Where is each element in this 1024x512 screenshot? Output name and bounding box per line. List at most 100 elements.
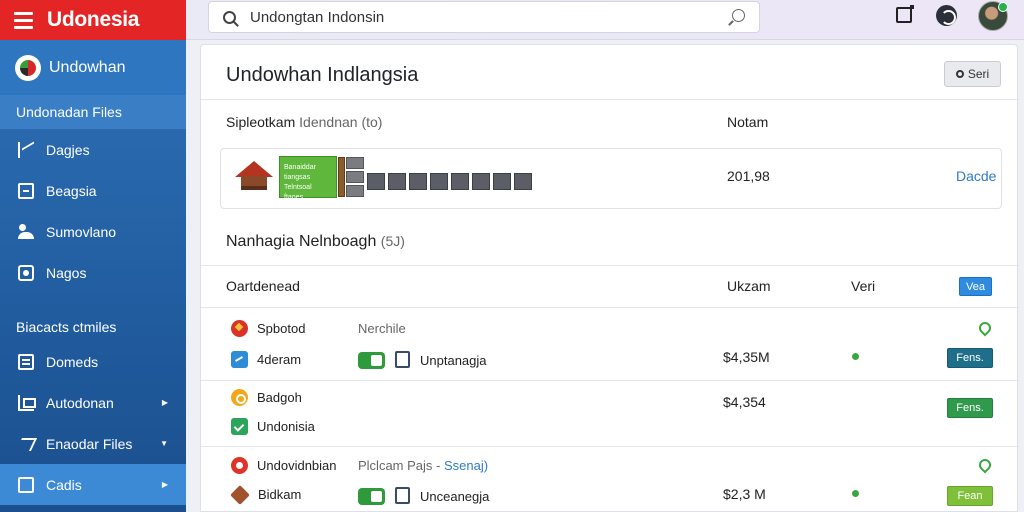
checkbox[interactable] [395,487,410,504]
favorite-icon[interactable] [976,319,994,337]
camera-icon [18,264,34,281]
row-name: Spbotod [257,321,306,336]
row-name: Undonisia [257,419,315,434]
column-header[interactable]: Veri [851,278,875,294]
summary-card: Banaiddar tiangsas Telntsoal ftaoes 201,… [220,148,1002,209]
section2-label: Nanhagia Nelnboagh (5J) [226,233,405,251]
divider [201,380,1019,381]
section1-muted: Idendnan (to) [299,114,383,130]
status-dot-icon [852,353,859,360]
sidebar-section-title: Undonadan Files [0,95,186,129]
checkbox[interactable] [395,351,410,368]
hamburger-menu-icon[interactable] [14,11,33,29]
sidebar-item-label: Dagjes [46,141,90,158]
sidebar-item-documents[interactable]: Beagsia [0,170,186,211]
sidebar: Undowhan Undonadan Files Dagjes Beagsia … [0,40,186,512]
search-icon [223,10,236,24]
card-link[interactable]: Dacde [956,168,996,184]
amount: $4,35M [723,349,770,365]
caret-right-icon: ▶ [161,398,168,407]
logo-icon [15,54,41,81]
section2-title: Nanhagia Nelnboagh [226,233,377,250]
tile-strip [367,173,532,190]
table-row[interactable]: Undonisia [231,418,315,435]
search-submit-icon[interactable] [732,9,745,22]
search-box[interactable] [208,1,760,33]
document-icon [18,182,34,199]
sidebar-item-media[interactable]: Nagos [0,252,186,293]
star-icon [231,320,248,337]
sidebar-item-label: Autodonan [46,394,114,411]
sidebar-item-automation[interactable]: Autodonan ▶ [0,382,186,423]
table-row[interactable]: Undovidnbian [231,457,337,474]
row-name: Bidkam [258,487,302,502]
chart-icon [231,351,248,368]
row-subtitle-link[interactable]: Ssenaj) [444,458,488,473]
automation-icon [18,394,36,411]
sidebar-item-pages[interactable]: Dagjes [0,129,186,170]
action-button[interactable]: Fens. [947,398,993,418]
page-title: Undowhan Indlangsia [226,64,419,86]
row-subtitle: Plclcam Pajs - Ssenaj) [358,458,488,473]
cards-icon [18,476,34,493]
action-button[interactable]: Fens. [947,348,993,368]
divider [201,265,1019,266]
app-title: Udonesia [47,8,140,31]
row-name: 4deram [257,352,302,367]
section1-total-header: Notam [727,114,769,130]
row-subtitle: Nerchile [358,321,406,336]
top-bar [186,0,1024,40]
row-subtitle-text: Plclcam Pajs - [358,458,441,473]
table-row[interactable]: Spbotod [231,320,305,337]
row-name: Undovidnbian [257,458,337,473]
toggle-switch[interactable] [358,488,385,505]
sidebar-item-label: Nagos [46,264,87,281]
diamond-icon [230,484,250,505]
checkbox-label: Unptanagja [420,353,487,368]
column-header[interactable]: Oartdenead [226,278,300,294]
search-input[interactable] [250,8,690,26]
amount: $4,354 [723,394,766,410]
row-name: Badgoh [257,390,302,405]
section1-title: Sipleotkam [226,114,296,130]
section2-muted: (5J) [380,233,405,249]
online-status-icon [998,2,1008,12]
column-header[interactable]: Ukzam [727,278,771,294]
section1-label: Sipleotkam Idendnan (to) [226,114,382,130]
sidebar-header-label: Undowhan [49,58,126,76]
files-icon [18,436,34,452]
house-icon [235,161,273,195]
view-button[interactable]: Vea [959,277,992,296]
grid-icon [346,157,364,197]
coin-icon [231,389,248,406]
divider [201,307,1019,308]
users-icon [18,223,34,240]
sidebar-item-label: Domeds [46,353,99,370]
settings-icon[interactable] [936,5,957,26]
sidebar-item-cards[interactable]: Cadis ▶ [0,464,186,505]
divider [201,99,1019,100]
caret-right-icon: ▶ [161,480,168,489]
service-button[interactable]: Seri [944,61,1001,87]
sidebar-item-folders[interactable]: Domeds [0,341,186,382]
sidebar-item-label: Sumovlano [46,223,117,240]
divider [201,446,1019,447]
sidebar-item-label: Beagsia [46,182,97,199]
main-panel: Undowhan Indlangsia Seri Sipleotkam Iden… [200,44,1019,512]
table-row[interactable]: Badgoh [231,389,302,406]
window-icon[interactable] [896,5,914,23]
record-icon [231,457,248,474]
table-row[interactable]: Bidkam [230,484,302,505]
sidebar-item-files[interactable]: Enaodar Files ▼ [0,423,186,464]
sidebar-item-users[interactable]: Sumovlano [0,211,186,252]
service-button-label: Seri [967,67,990,81]
table-row[interactable]: 4deram [231,351,301,368]
sidebar-item-label: Cadis [46,476,82,493]
favorite-icon[interactable] [976,456,994,474]
gear-icon [955,70,964,78]
status-dot-icon [852,490,859,497]
folder-icon [18,353,34,370]
action-button[interactable]: Fean [947,486,993,506]
toggle-switch[interactable] [358,352,385,369]
sidebar-header[interactable]: Undowhan [0,40,186,95]
